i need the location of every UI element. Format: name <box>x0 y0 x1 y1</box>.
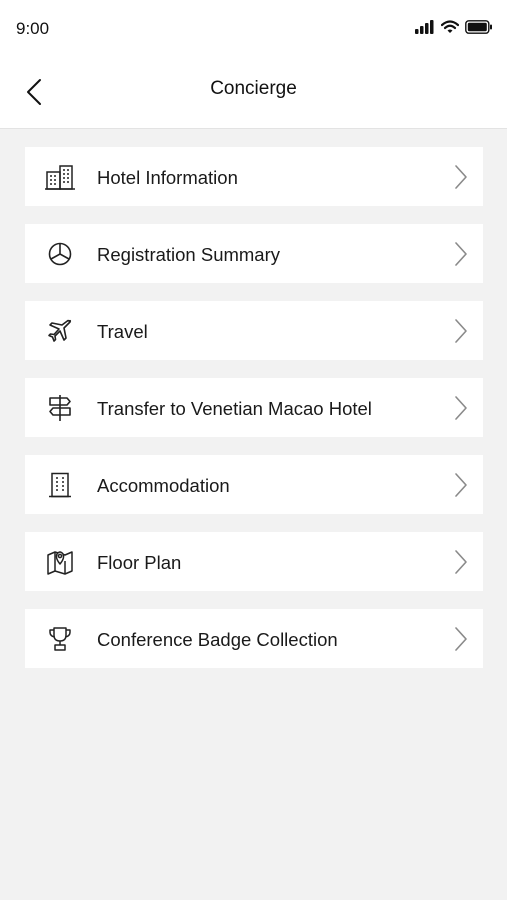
map-pin-icon <box>45 548 75 576</box>
building-icon <box>45 471 75 499</box>
menu-item-label: Travel <box>97 321 148 342</box>
wifi-icon <box>441 20 459 34</box>
chevron-right-icon <box>453 395 469 421</box>
menu-item-hotel-information[interactable]: Hotel Information <box>25 147 483 206</box>
airplane-icon <box>45 317 75 345</box>
battery-icon <box>465 20 493 34</box>
chevron-right-icon <box>453 164 469 190</box>
menu-item-label: Transfer to Venetian Macao Hotel <box>97 398 372 419</box>
menu-item-label: Accommodation <box>97 475 230 496</box>
pie-chart-icon <box>45 240 75 268</box>
status-bar: 9:00 <box>0 0 507 58</box>
menu-item-label: Floor Plan <box>97 552 182 573</box>
menu-item-floor-plan[interactable]: Floor Plan <box>25 532 483 591</box>
menu-item-label: Conference Badge Collection <box>97 629 338 650</box>
menu-item-label: Registration Summary <box>97 244 281 265</box>
hotel-buildings-icon <box>45 163 75 191</box>
menu-item-label: Hotel Information <box>97 167 238 188</box>
chevron-right-icon <box>453 626 469 652</box>
menu-item-badge-collection[interactable]: Conference Badge Collection <box>25 609 483 668</box>
nav-bar: Concierge <box>0 58 507 129</box>
signpost-icon <box>45 394 75 422</box>
chevron-right-icon <box>453 318 469 344</box>
menu-item-registration-summary[interactable]: Registration Summary <box>25 224 483 283</box>
menu-item-travel[interactable]: Travel <box>25 301 483 360</box>
chevron-right-icon <box>453 241 469 267</box>
trophy-icon <box>45 625 75 653</box>
menu-list: Hotel Information Registration Summary T… <box>25 147 483 686</box>
status-icons <box>415 20 493 34</box>
menu-item-transfer[interactable]: Transfer to Venetian Macao Hotel <box>25 378 483 437</box>
status-time: 9:00 <box>16 19 50 38</box>
menu-item-accommodation[interactable]: Accommodation <box>25 455 483 514</box>
signal-icon <box>415 20 435 34</box>
page-title: Concierge <box>210 78 297 99</box>
chevron-right-icon <box>453 549 469 575</box>
chevron-right-icon <box>453 472 469 498</box>
